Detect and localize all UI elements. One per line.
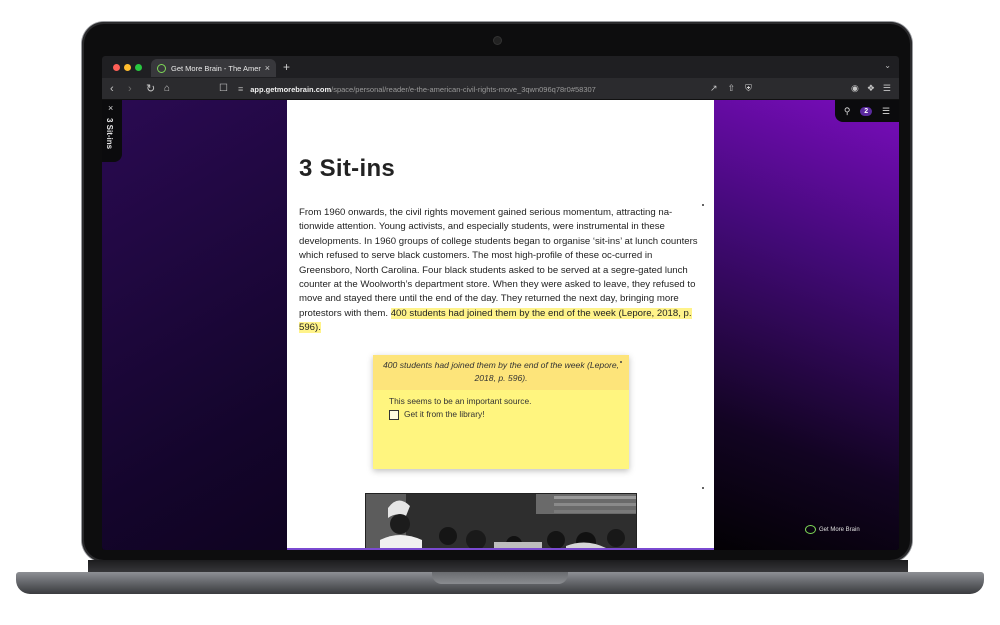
list-menu-icon[interactable]: ☰ (882, 106, 890, 117)
sticky-note[interactable]: 400 students had joined them by the end … (373, 355, 629, 469)
close-icon[interactable]: × (108, 103, 113, 113)
highlight-count-badge[interactable]: 2 (860, 106, 873, 116)
screen: Get More Brain - The American × + ⌄ ‹ › … (102, 56, 899, 550)
forward-button[interactable]: › (128, 82, 132, 96)
share-icon[interactable]: ⇧ (728, 83, 736, 94)
task-label: Get it from the library! (404, 409, 485, 419)
favicon-icon (157, 63, 166, 73)
extensions-puzzle-icon[interactable]: ❖ (867, 83, 875, 94)
tab-list-chevron-icon[interactable]: ⌄ (884, 61, 891, 70)
page-title: 3 Sit-ins (299, 155, 396, 182)
reader-toolbar: ⚲ 2 ☰ (835, 100, 899, 122)
note-task[interactable]: Get it from the library! (389, 408, 613, 421)
address-path: /space/personal/reader/e-the-american-ci… (331, 84, 596, 94)
camera (494, 37, 501, 44)
back-button[interactable]: ‹ (110, 82, 114, 96)
background-gradient (714, 100, 899, 550)
menu-icon[interactable]: ☰ (883, 83, 891, 94)
photo-image (366, 494, 636, 548)
minimize-window-button[interactable] (124, 64, 131, 71)
document-page: 3 Sit-ins From 1960 onwards, the civil r… (287, 100, 714, 550)
open-in-app-icon[interactable]: ↗ (710, 83, 718, 94)
body-paragraph: From 1960 onwards, the civil rights move… (299, 206, 703, 336)
page-viewport: × 3 Sit-ins ⚲ 2 ☰ 3 Sit-ins From 1960 on… (102, 100, 899, 550)
historical-photo (365, 493, 637, 548)
note-comment[interactable]: This seems to be an important source. (389, 395, 613, 408)
extension-icon[interactable]: ◉ (851, 83, 859, 94)
address-bar[interactable]: ≡ app.getmorebrain.com /space/personal/r… (234, 81, 764, 97)
margin-marker (702, 487, 704, 489)
new-tab-button[interactable]: + (283, 60, 290, 74)
close-window-button[interactable] (113, 64, 120, 71)
maximize-window-button[interactable] (135, 64, 142, 71)
chapter-label[interactable]: 3 Sit-ins (105, 118, 114, 149)
address-domain: app.getmorebrain.com (250, 84, 332, 94)
paragraph-text: From 1960 onwards, the civil rights move… (299, 207, 698, 319)
margin-marker (702, 204, 704, 206)
site-settings-icon[interactable]: ≡ (238, 84, 243, 94)
shield-icon[interactable]: ⛨ (745, 83, 752, 94)
browser-tab[interactable]: Get More Brain - The American × (151, 59, 276, 77)
home-button[interactable]: ⌂ (164, 82, 170, 96)
search-icon[interactable]: ⚲ (844, 106, 851, 117)
tab-bar: Get More Brain - The American × + ⌄ (102, 56, 899, 78)
brand-text: Get More Brain (819, 526, 860, 533)
tab-close-button[interactable]: × (265, 63, 270, 73)
browser-toolbar: ‹ › ↻ ⌂ ☐ ≡ app.getmorebrain.com /space/… (102, 78, 899, 100)
reload-button[interactable]: ↻ (146, 82, 155, 96)
brand-logo[interactable]: Get More Brain (805, 525, 860, 534)
note-marker (620, 361, 622, 363)
laptop-notch (432, 572, 568, 584)
brand-icon (805, 525, 816, 534)
chapter-sidebar-tab[interactable]: × 3 Sit-ins (102, 100, 122, 162)
note-body: This seems to be an important source. Ge… (373, 390, 629, 426)
bookmark-icon[interactable]: ☐ (219, 82, 228, 96)
task-checkbox[interactable] (389, 409, 399, 420)
tab-title: Get More Brain - The American (171, 63, 261, 73)
note-quote: 400 students had joined them by the end … (373, 355, 629, 390)
